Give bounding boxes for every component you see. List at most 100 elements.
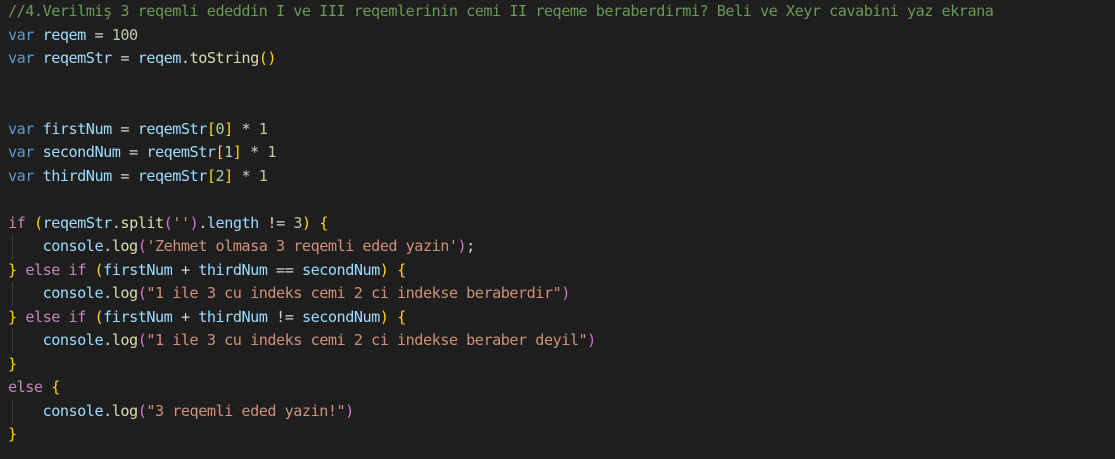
code-token: =: [111, 166, 138, 185]
code-token: (: [33, 213, 43, 232]
code-token: =: [111, 119, 138, 138]
code-token: {: [319, 213, 328, 232]
code-token: var: [8, 49, 34, 67]
code-line[interactable]: var secondNum = reqemStr[1] * 1: [8, 141, 277, 165]
code-token: reqemStr: [42, 49, 113, 67]
code-line[interactable]: var reqemStr = reqem.toString(): [8, 47, 277, 71]
code-token: if: [68, 307, 87, 326]
code-token: 1: [267, 143, 277, 161]
code-token: ;: [466, 237, 475, 255]
code-token: secondNum: [301, 260, 380, 279]
code-token: var: [8, 25, 34, 44]
code-token: [: [206, 166, 216, 185]
code-token: .: [198, 213, 207, 232]
code-line[interactable]: } else if (firstNum + thirdNum != second…: [8, 306, 406, 330]
code-editor[interactable]: //4.Verilmiş 3 reqemli ededdin I ve III …: [0, 0, 1115, 459]
code-token: ): [302, 213, 311, 232]
code-token: .: [103, 237, 112, 255]
code-token: }: [8, 425, 17, 443]
code-token: 'Zehmet olmasa 3 reqemli eded yazin': [146, 237, 458, 255]
code-token: =: [111, 49, 138, 67]
code-token: =: [85, 25, 112, 44]
code-token: if: [68, 260, 87, 279]
code-token: reqemStr: [146, 143, 216, 161]
code-token: 0: [215, 119, 225, 138]
code-token: reqemStr: [137, 166, 208, 185]
code-line[interactable]: } else if (firstNum + thirdNum == second…: [8, 259, 406, 283]
code-token: if: [8, 213, 26, 232]
code-line[interactable]: else {: [8, 376, 60, 400]
code-token: secondNum: [301, 307, 380, 326]
code-token: ): [189, 213, 199, 232]
code-token: ]: [224, 119, 233, 138]
code-token: log: [111, 237, 138, 255]
code-token: reqem: [137, 49, 182, 67]
code-token: "1 ile 3 cu indeks cemi 2 ci indekse ber…: [146, 284, 562, 302]
code-token: length: [206, 213, 259, 232]
code-token: var: [8, 119, 34, 138]
code-token: log: [111, 331, 138, 349]
code-token: thirdNum: [198, 260, 268, 279]
code-token: else: [8, 378, 43, 396]
code-line[interactable]: console.log("3 reqemli eded yazin!"): [8, 400, 355, 424]
code-token: 100: [111, 25, 138, 44]
code-line[interactable]: if (reqemStr.split('').length != 3) {: [8, 212, 328, 236]
code-line[interactable]: }: [8, 353, 17, 377]
code-line[interactable]: }: [8, 423, 17, 447]
code-token: (: [163, 213, 173, 232]
code-token: console: [42, 331, 104, 349]
code-token: secondNum: [42, 143, 121, 161]
code-token: toString: [189, 49, 260, 67]
code-line[interactable]: console.log("1 ile 3 cu indeks cemi 2 ci…: [8, 329, 597, 353]
code-token: log: [111, 284, 138, 302]
code-token: .: [103, 331, 112, 349]
code-token: }: [8, 260, 17, 279]
code-token: thirdNum: [198, 307, 268, 326]
code-token: !=: [258, 213, 294, 232]
code-line[interactable]: var reqem = 100: [8, 24, 138, 48]
code-token: (: [94, 307, 104, 326]
code-token: console: [42, 401, 104, 420]
code-token: console: [42, 284, 104, 302]
code-token: firstNum: [103, 307, 173, 326]
code-token: reqem: [42, 25, 87, 44]
code-token: "1 ile 3 cu indeks cemi 2 ci indekse ber…: [146, 331, 588, 349]
code-token: 1: [224, 143, 233, 161]
code-token: {: [51, 378, 60, 396]
code-token: .: [103, 284, 112, 302]
code-token: (: [94, 260, 104, 279]
code-token: ): [587, 331, 596, 349]
code-token: [: [206, 119, 216, 138]
code-token: log: [111, 401, 138, 420]
code-token: ): [457, 237, 467, 255]
code-line[interactable]: console.log('Zehmet olmasa 3 reqemli ede…: [8, 235, 476, 259]
code-line[interactable]: //4.Verilmiş 3 reqemli ededdin I ve III …: [8, 0, 994, 24]
code-token: }: [8, 354, 17, 373]
code-token: ]: [224, 166, 233, 185]
code-token: }: [8, 307, 17, 326]
code-token: [: [215, 143, 225, 161]
code-line[interactable]: var thirdNum = reqemStr[2] * 1: [8, 165, 268, 189]
code-token: 2: [215, 166, 225, 185]
code-line[interactable]: console.log("1 ile 3 cu indeks cemi 2 ci…: [8, 282, 571, 306]
code-token: +: [172, 260, 199, 279]
code-token: !=: [267, 307, 302, 326]
code-token: firstNum: [42, 119, 113, 138]
code-token: (): [258, 49, 277, 67]
code-line[interactable]: var firstNum = reqemStr[0] * 1: [8, 118, 268, 142]
code-token: {: [397, 260, 406, 279]
